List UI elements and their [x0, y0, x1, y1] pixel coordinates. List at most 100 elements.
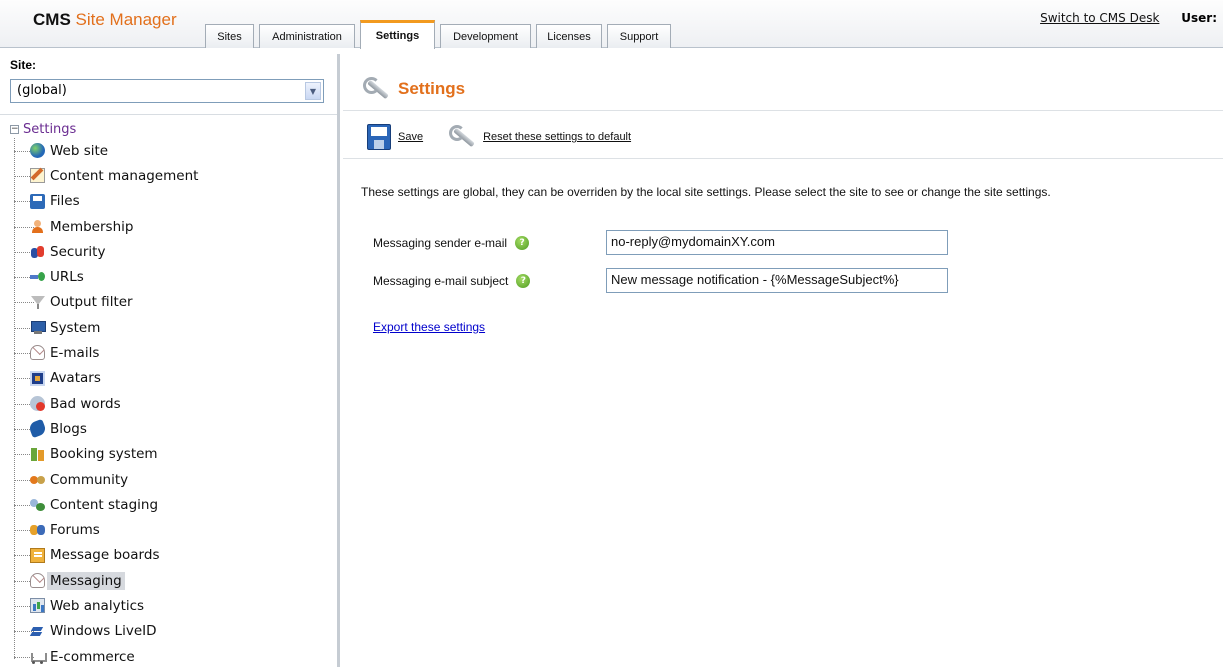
blog-icon [27, 419, 48, 439]
sidebar-item-label: E-mails [50, 345, 100, 362]
tree-root-label: Settings [23, 121, 77, 137]
sidebar-item-membership[interactable]: Membership [14, 214, 330, 239]
tab-sites[interactable]: Sites [205, 24, 254, 48]
bad-words-icon [30, 395, 45, 411]
switch-to-cms-desk-link[interactable]: Switch to CMS Desk [1040, 11, 1159, 25]
sidebar-item-label: Files [50, 193, 80, 210]
sidebar-item-bad-words[interactable]: Bad words [14, 391, 330, 416]
page-title-text: Settings [398, 79, 466, 98]
sidebar-item-files[interactable]: Files [14, 189, 330, 214]
liveid-icon [30, 624, 45, 639]
wrench-icon [363, 76, 391, 102]
sidebar-item-system[interactable]: System [14, 315, 330, 340]
sidebar-item-message-boards[interactable]: Message boards [14, 543, 330, 568]
divider [343, 158, 1223, 159]
sidebar-item-e-mails[interactable]: E-mails [14, 340, 330, 365]
sidebar-item-blogs[interactable]: Blogs [14, 416, 330, 441]
collapse-icon[interactable]: − [10, 124, 19, 134]
email-subject-label: Messaging e-mail subject [373, 273, 509, 288]
tab-licenses[interactable]: Licenses [536, 24, 602, 48]
sidebar-item-output-filter[interactable]: Output filter [14, 290, 330, 315]
export-settings-link[interactable]: Export these settings [373, 320, 485, 334]
tab-development[interactable]: Development [440, 24, 531, 48]
site-select-value: (global) [17, 83, 67, 98]
sidebar-item-content-staging[interactable]: Content staging [14, 492, 330, 517]
sidebar-item-label: Windows LiveID [50, 623, 157, 640]
help-icon[interactable]: ? [515, 235, 530, 250]
tree-root-settings[interactable]: − Settings [10, 120, 330, 138]
help-icon[interactable]: ? [516, 273, 531, 288]
sidebar-item-label: Security [50, 243, 106, 260]
tab-support[interactable]: Support [607, 24, 671, 48]
globe-icon [30, 143, 45, 158]
sidebar-item-booking-system[interactable]: Booking system [14, 442, 330, 467]
logo-site-manager: Site Manager [75, 10, 177, 29]
floppy-icon [30, 193, 45, 209]
sidebar-item-urls[interactable]: URLs [14, 264, 330, 289]
save-label: Save [398, 131, 424, 143]
community-icon [30, 472, 45, 487]
sidebar-item-label: System [50, 319, 101, 336]
sidebar-item-content-management[interactable]: Content management [14, 163, 330, 188]
cart-icon [30, 649, 47, 664]
sidebar-item-label: Membership [50, 218, 134, 235]
wrench-icon [447, 125, 477, 149]
toolbar: Save Reset these settings to default [367, 124, 655, 150]
user-label: User: [1181, 11, 1217, 25]
logo: CMS Site Manager [33, 10, 177, 30]
sidebar-item-label: Booking system [50, 446, 158, 463]
settings-tree: − Settings Web site Content management F… [10, 120, 330, 667]
sidebar-item-label: Web site [50, 142, 109, 159]
sender-email-label: Messaging sender e-mail [373, 235, 508, 250]
sidebar-item-label: Content staging [50, 496, 159, 513]
messaging-icon [30, 573, 45, 589]
sender-email-field[interactable]: no-reply@mydomainXY.com [606, 230, 948, 255]
reset-label: Reset these settings to default [483, 131, 632, 143]
sidebar-item-web-site[interactable]: Web site [14, 138, 330, 163]
sidebar-item-avatars[interactable]: Avatars [14, 366, 330, 391]
sidebar: Site: (global) ▼ − Settings Web site Con… [0, 54, 340, 667]
message-board-icon [30, 547, 45, 563]
sidebar-item-forums[interactable]: Forums [14, 517, 330, 542]
top-header: CMS Site Manager Sites Administration Se… [0, 0, 1223, 49]
avatar-icon [30, 370, 45, 386]
chevron-down-icon[interactable]: ▼ [305, 82, 321, 100]
sidebar-item-label: Avatars [50, 370, 101, 387]
security-icon [30, 244, 45, 259]
save-button[interactable]: Save [367, 124, 423, 150]
sidebar-item-label: Bad words [50, 395, 121, 412]
sidebar-item-web-analytics[interactable]: Web analytics [14, 593, 330, 618]
sidebar-item-label: Content management [50, 167, 199, 184]
sidebar-item-label: E-commerce [50, 648, 135, 665]
sidebar-item-messaging[interactable]: Messaging [14, 568, 330, 593]
booking-icon [30, 447, 45, 462]
analytics-icon [30, 598, 45, 614]
sidebar-item-security[interactable]: Security [14, 239, 330, 264]
divider [0, 114, 337, 115]
email-subject-field[interactable]: New message notification - {%MessageSubj… [606, 268, 948, 293]
email-subject-row: Messaging e-mail subject ? New message n… [373, 267, 948, 294]
divider [343, 110, 1223, 111]
site-label: Site: [10, 58, 37, 72]
tab-settings[interactable]: Settings [360, 20, 435, 49]
sidebar-item-windows-liveid[interactable]: Windows LiveID [14, 619, 330, 644]
content-edit-icon [30, 168, 45, 184]
forums-icon [30, 522, 45, 537]
floppy-save-icon [367, 124, 391, 150]
sidebar-item-label: Forums [50, 522, 100, 539]
sidebar-item-label: Web analytics [50, 597, 145, 614]
sidebar-item-label: Blogs [50, 420, 87, 437]
site-select[interactable]: (global) ▼ [10, 79, 324, 103]
page-title: Settings [363, 76, 465, 102]
filter-icon [30, 295, 45, 310]
tab-administration[interactable]: Administration [259, 24, 355, 48]
logo-cms: CMS [33, 10, 71, 29]
person-icon [30, 219, 45, 234]
reset-to-default-button[interactable]: Reset these settings to default [447, 125, 631, 149]
main-content: Settings Save Reset these settings to de… [343, 54, 1223, 667]
sender-email-row: Messaging sender e-mail ? no-reply@mydom… [373, 229, 948, 256]
sidebar-item-community[interactable]: Community [14, 467, 330, 492]
sidebar-item-label: Messaging [47, 571, 125, 590]
email-icon [30, 345, 45, 361]
sidebar-item-e-commerce[interactable]: E-commerce [14, 644, 330, 667]
